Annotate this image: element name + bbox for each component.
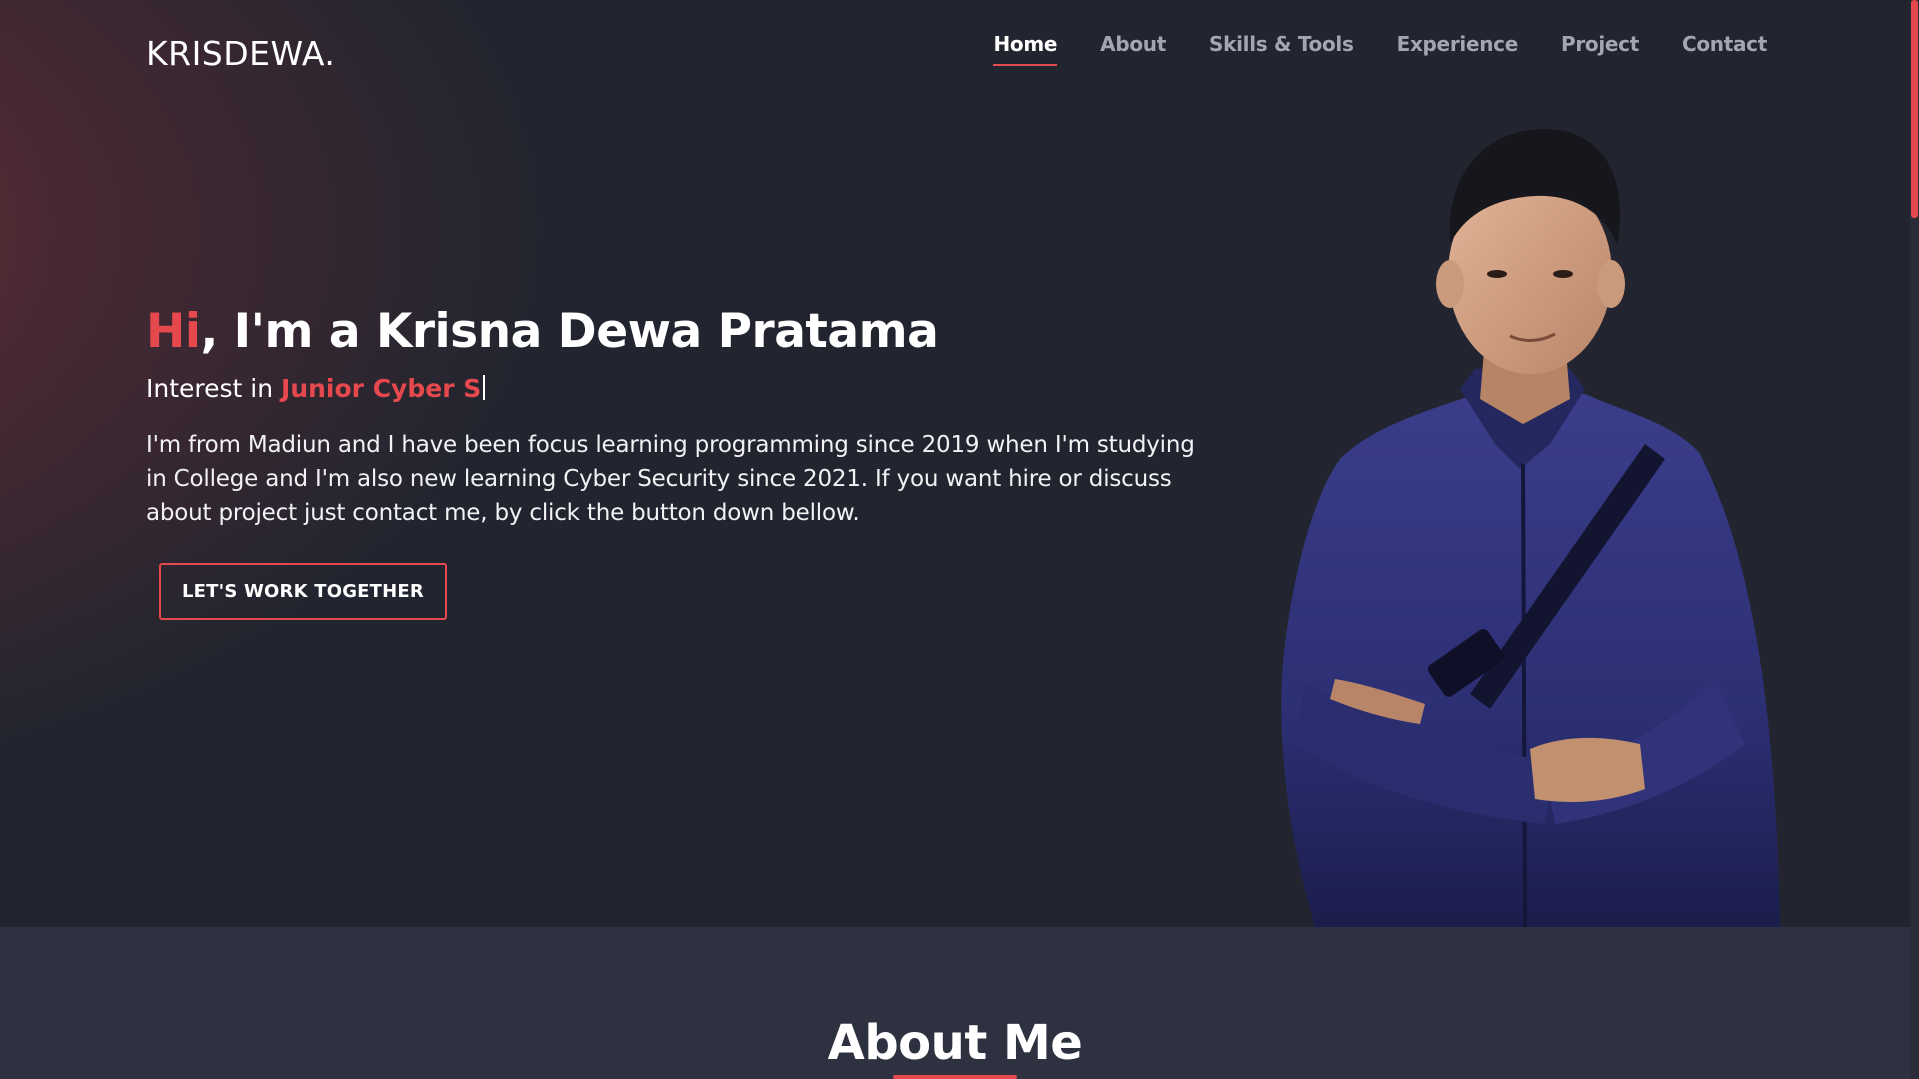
interest-prefix: Interest in (146, 374, 282, 403)
hero-name: , I'm a Krisna Dewa Pratama (200, 304, 939, 359)
interest-role: Junior Cyber S (281, 374, 482, 403)
hero-interest: Interest in Junior Cyber S (146, 374, 486, 403)
about-section: About Me (0, 927, 1910, 1079)
typing-cursor (483, 375, 486, 400)
about-title: About Me (827, 1015, 1083, 1071)
page-scrollbar[interactable] (1910, 0, 1919, 1079)
hero-section: KRISDEWA. Home About Skills & Tools Expe… (0, 0, 1919, 927)
hero-bio: I'm from Madiun and I have been focus le… (146, 432, 1195, 526)
hero-greeting: Hi (146, 304, 201, 359)
work-together-button[interactable]: LET'S WORK TOGETHER (159, 563, 447, 620)
nav-item-experience[interactable]: Experience (1397, 32, 1519, 66)
nav-item-skills-tools[interactable]: Skills & Tools (1209, 32, 1354, 66)
hero-headline: Hi, I'm a Krisna Dewa Pratama (146, 304, 939, 359)
profile-photo (1281, 129, 1780, 927)
nav-item-project[interactable]: Project (1561, 32, 1639, 66)
main-nav: Home About Skills & Tools Experience Pro… (993, 32, 1767, 66)
site-logo[interactable]: KRISDEWA. (146, 34, 335, 73)
about-title-underline (893, 1075, 1017, 1079)
nav-item-contact[interactable]: Contact (1682, 32, 1767, 66)
nav-item-home[interactable]: Home (993, 32, 1057, 66)
page: KRISDEWA. Home About Skills & Tools Expe… (0, 0, 1919, 1079)
scrollbar-thumb[interactable] (1911, 0, 1918, 218)
nav-item-about[interactable]: About (1100, 32, 1166, 66)
